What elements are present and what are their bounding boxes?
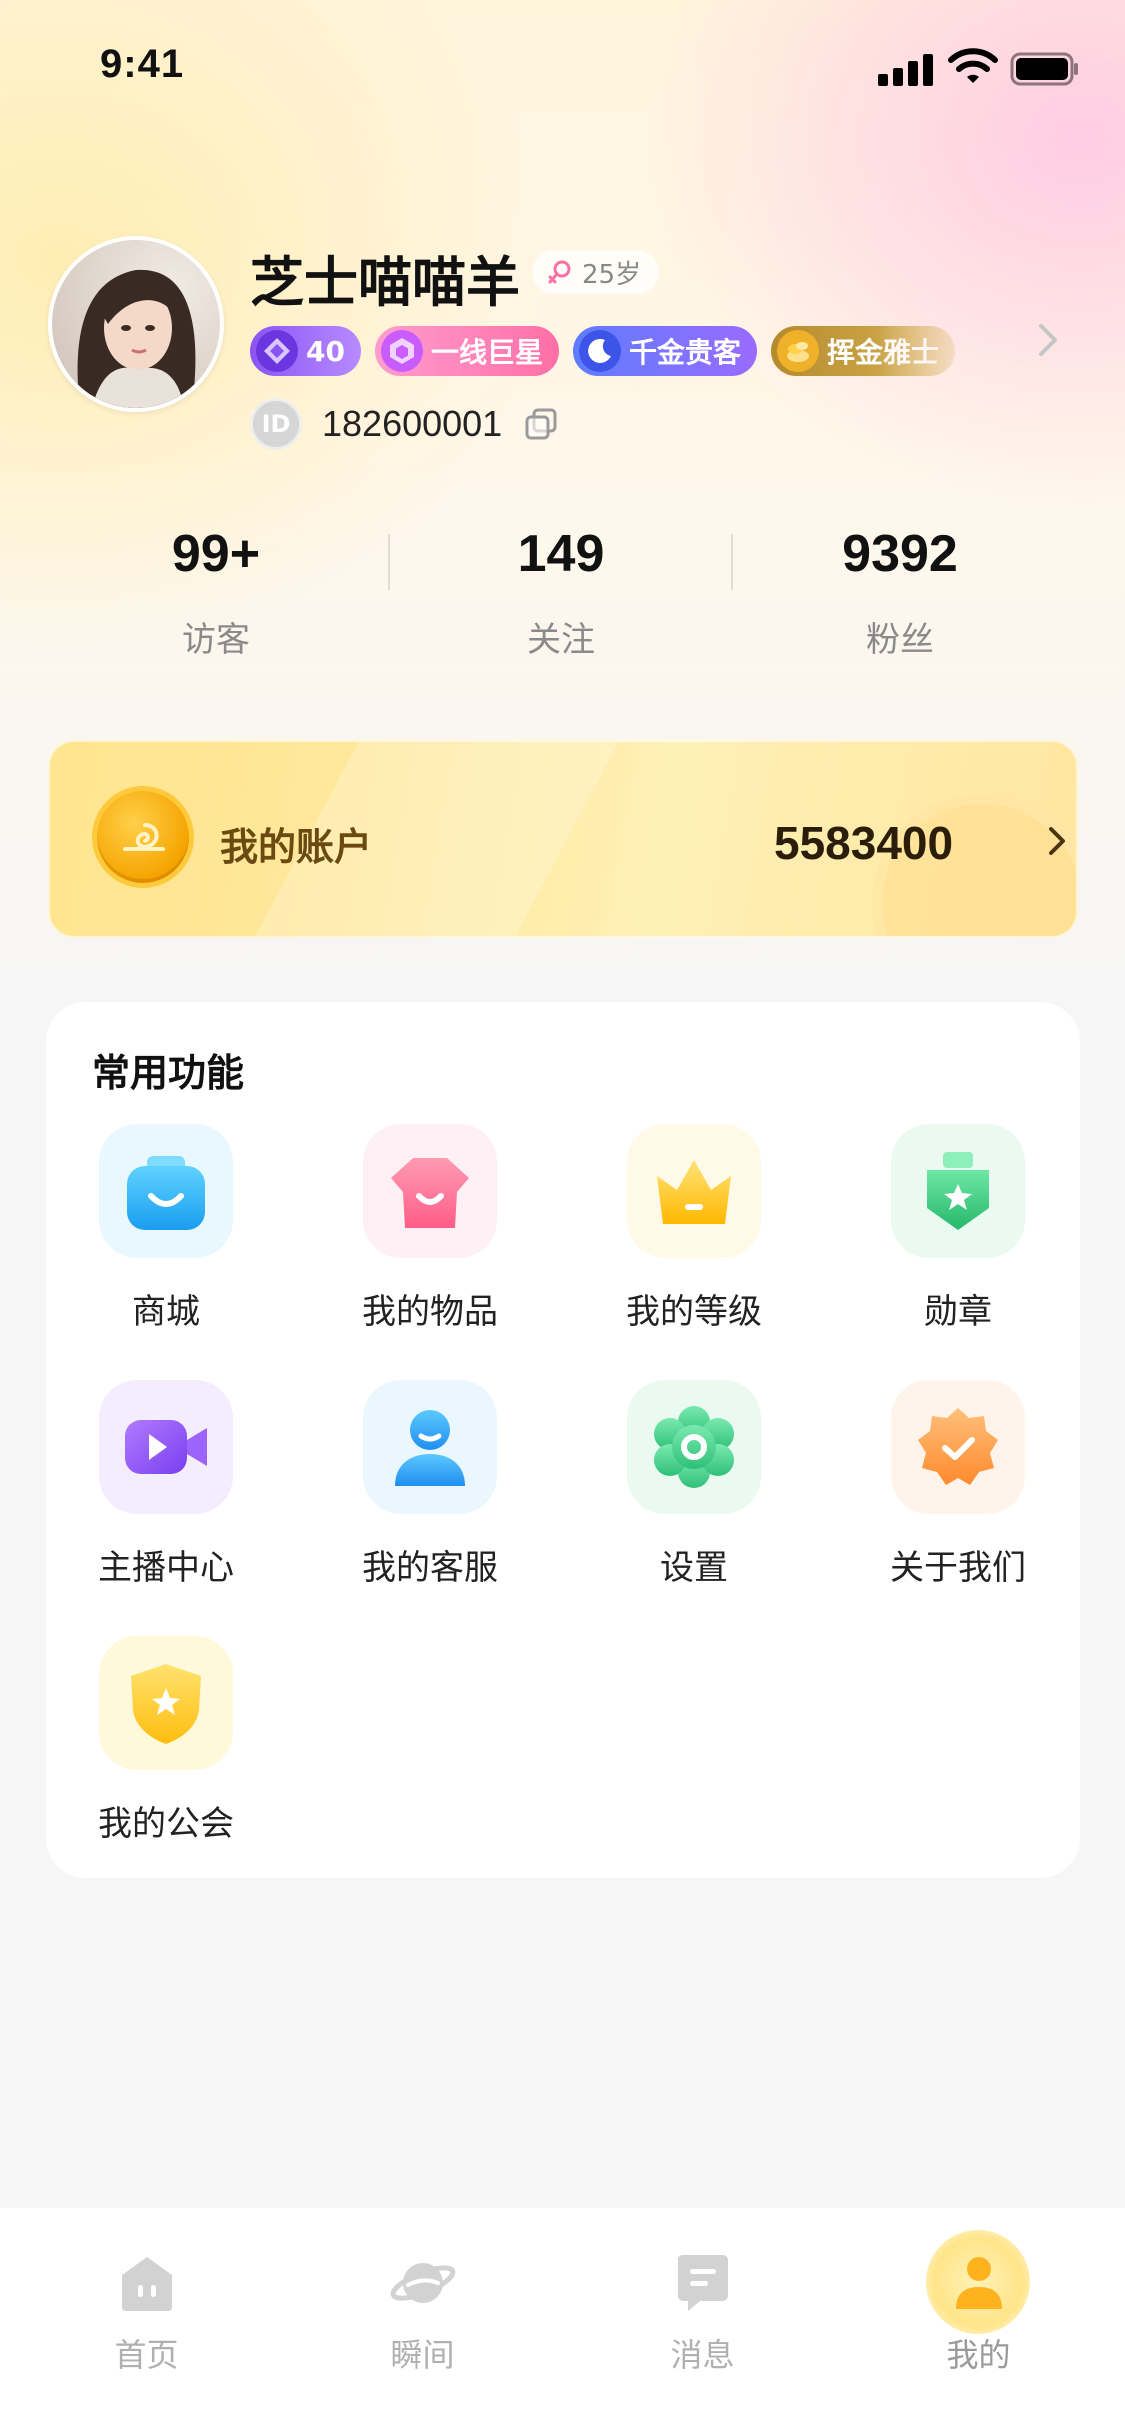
tab-label: 我的 — [946, 2336, 1011, 2374]
female-icon — [548, 260, 571, 284]
customer-service-icon — [363, 1380, 497, 1514]
stat-value: 9392 — [842, 525, 958, 583]
message-icon — [670, 2250, 736, 2316]
stat-label: 粉丝 — [866, 620, 934, 660]
function-about-us[interactable]: 关于我们 — [826, 1380, 1090, 1589]
age-badge: 25岁 — [532, 250, 660, 294]
avatar[interactable] — [48, 236, 224, 412]
tab-moments[interactable]: 瞬间 — [282, 2250, 563, 2376]
stat-value: 149 — [517, 525, 605, 583]
copy-icon[interactable] — [522, 405, 560, 443]
stat-label: 访客 — [182, 620, 250, 660]
function-my-guild[interactable]: 我的公会 — [34, 1636, 298, 1845]
profile-icon — [946, 2250, 1012, 2316]
function-customer-service[interactable]: 我的客服 — [298, 1380, 562, 1589]
tab-mine[interactable]: 我的 — [838, 2230, 1119, 2376]
function-my-items[interactable]: 我的物品 — [298, 1124, 562, 1333]
tab-messages[interactable]: 消息 — [562, 2250, 843, 2376]
account-label: 我的账户 — [220, 825, 373, 869]
chevron-right-icon[interactable] — [1032, 318, 1064, 362]
divider — [731, 534, 733, 590]
function-shop[interactable]: 商城 — [34, 1124, 298, 1333]
home-chat-icon — [114, 2250, 180, 2316]
tab-label: 消息 — [670, 2336, 735, 2374]
diamond-icon — [256, 330, 298, 372]
star-badge[interactable]: 一线巨星 — [374, 326, 559, 376]
user-id-row: ID 182600001 — [250, 398, 560, 450]
gold-pile-icon — [777, 330, 819, 372]
level-badge[interactable]: 40 — [250, 326, 361, 376]
function-label: 勋章 — [924, 1292, 992, 1332]
chevron-right-icon — [1049, 827, 1065, 855]
clothes-icon — [363, 1124, 497, 1258]
shop-bag-icon — [99, 1124, 233, 1258]
stat-visitors[interactable]: 99+ 访客 — [66, 524, 366, 661]
crown-icon — [627, 1124, 761, 1258]
video-camera-icon — [99, 1380, 233, 1514]
nickname: 芝士喵喵羊 — [250, 251, 520, 314]
function-label: 我的客服 — [362, 1548, 498, 1588]
medal-icon — [891, 1124, 1025, 1258]
tab-label: 首页 — [114, 2336, 179, 2374]
function-label: 主播中心 — [98, 1548, 234, 1588]
status-time: 9:41 — [100, 42, 185, 86]
gold-badge-label: 挥金雅士 — [827, 336, 940, 369]
function-settings[interactable]: 设置 — [562, 1380, 826, 1589]
function-medals[interactable]: 勋章 — [826, 1124, 1090, 1333]
function-label: 我的等级 — [626, 1292, 762, 1332]
account-card[interactable]: 我的账户 5583400 — [48, 740, 1078, 938]
check-badge-icon — [891, 1380, 1025, 1514]
snail-coin-icon — [92, 786, 194, 888]
wifi-icon — [948, 48, 998, 83]
badge-row[interactable]: 40 一线巨星 千金贵客 挥金雅士 — [250, 326, 980, 378]
id-icon: ID — [250, 398, 302, 450]
function-my-level[interactable]: 我的等级 — [562, 1124, 826, 1333]
battery-icon — [1010, 52, 1078, 86]
planet-icon — [390, 2250, 456, 2316]
tab-home[interactable]: 首页 — [6, 2250, 287, 2376]
function-label: 我的物品 — [362, 1292, 498, 1332]
guild-shield-icon — [99, 1636, 233, 1770]
functions-title: 常用功能 — [92, 1051, 245, 1095]
gold-badge[interactable]: 挥金雅士 — [771, 326, 956, 376]
stat-following[interactable]: 149 关注 — [411, 524, 711, 661]
moon-icon — [578, 330, 621, 372]
stat-label: 关注 — [527, 620, 595, 660]
hexagon-star-icon — [380, 330, 423, 372]
function-label: 我的公会 — [98, 1804, 234, 1844]
account-balance: 5583400 — [774, 817, 954, 869]
gear-flower-icon — [627, 1380, 761, 1514]
stat-value: 99+ — [171, 525, 261, 583]
guest-badge[interactable]: 千金贵客 — [572, 326, 757, 376]
function-streamer-center[interactable]: 主播中心 — [34, 1380, 298, 1589]
function-label: 商城 — [132, 1292, 200, 1332]
guest-badge-label: 千金贵客 — [628, 336, 741, 369]
stat-fans[interactable]: 9392 粉丝 — [750, 524, 1050, 661]
divider — [388, 534, 390, 590]
level-badge-label: 40 — [306, 334, 345, 368]
cellular-signal-icon — [878, 48, 936, 86]
avatar-photo — [52, 240, 220, 408]
user-id: 182600001 — [322, 403, 503, 444]
function-label: 设置 — [660, 1548, 728, 1588]
tab-label: 瞬间 — [390, 2336, 455, 2374]
function-label: 关于我们 — [890, 1548, 1026, 1588]
age-text: 25岁 — [582, 259, 642, 290]
star-badge-label: 一线巨星 — [430, 336, 543, 369]
